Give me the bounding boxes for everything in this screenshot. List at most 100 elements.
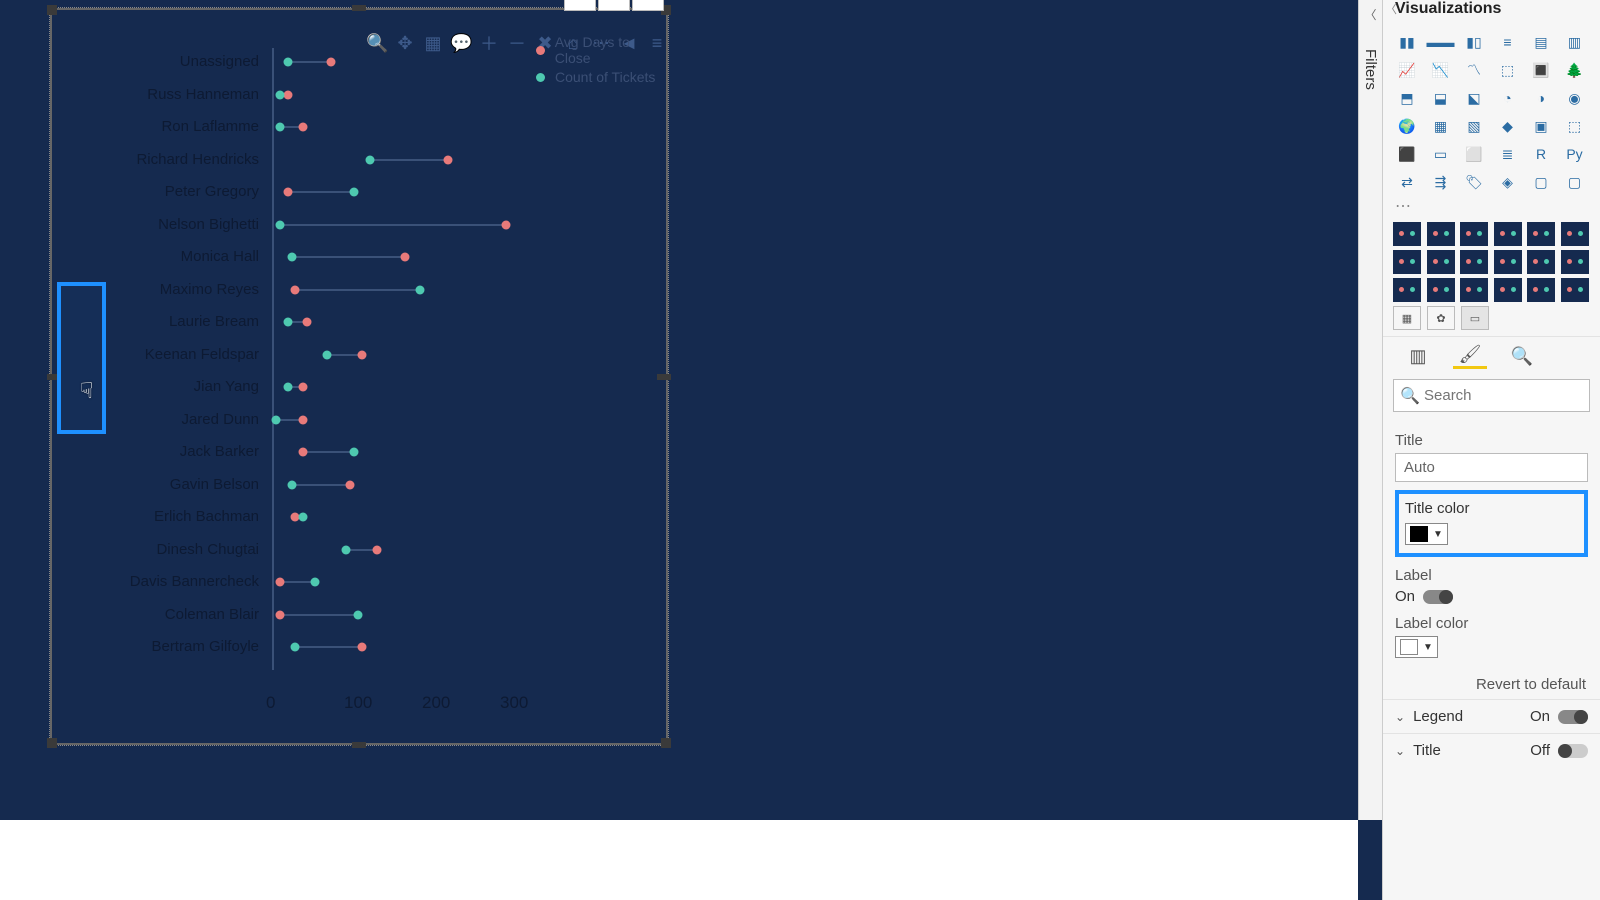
- label-toggle[interactable]: On: [1395, 588, 1588, 605]
- data-point[interactable]: [365, 155, 374, 164]
- viz-type-icon[interactable]: ▧: [1460, 114, 1488, 138]
- title-section-row[interactable]: ⌄Title Off: [1383, 733, 1600, 767]
- report-canvas[interactable]: 🔍 ✥ ▦ 💬 ＋ － ✖ ⌂ ⋯ ◄ ≡ Avg Days to Close …: [0, 0, 1358, 820]
- legend-section-row[interactable]: ⌄Legend On: [1383, 699, 1600, 733]
- viz-type-icon[interactable]: ▦: [1427, 114, 1455, 138]
- viz-type-icon[interactable]: 🌍: [1393, 114, 1421, 138]
- analytics-tab-icon[interactable]: 🔍: [1505, 343, 1539, 369]
- format-tab-icon[interactable]: 🖌: [1453, 343, 1487, 369]
- viz-type-icon[interactable]: ▤: [1527, 30, 1555, 54]
- data-point[interactable]: [275, 578, 284, 587]
- data-point[interactable]: [299, 123, 308, 132]
- data-point[interactable]: [271, 415, 280, 424]
- title-color-picker[interactable]: ▼: [1405, 523, 1448, 545]
- data-point[interactable]: [283, 90, 292, 99]
- revert-to-default-link[interactable]: Revert to default: [1383, 666, 1600, 699]
- data-point[interactable]: [349, 188, 358, 197]
- viz-type-icon[interactable]: ⇄: [1393, 170, 1421, 194]
- data-point[interactable]: [357, 350, 366, 359]
- viz-type-icon[interactable]: 〽: [1460, 58, 1488, 82]
- filters-pane-collapsed[interactable]: 〈 Filters: [1358, 0, 1382, 820]
- fields-tab-icon[interactable]: ▥: [1401, 343, 1435, 369]
- custom-visual-icon[interactable]: [1527, 250, 1555, 274]
- data-point[interactable]: [299, 383, 308, 392]
- viz-type-icon[interactable]: 🔳: [1527, 58, 1555, 82]
- custom-visual-icon[interactable]: [1460, 278, 1488, 302]
- title-input[interactable]: [1395, 453, 1588, 482]
- viz-type-icon[interactable]: ▮▯: [1460, 30, 1488, 54]
- custom-visual-extra[interactable]: ▦: [1393, 306, 1421, 330]
- data-point[interactable]: [502, 220, 511, 229]
- data-point[interactable]: [291, 643, 300, 652]
- custom-visual-icon[interactable]: [1393, 250, 1421, 274]
- data-point[interactable]: [283, 318, 292, 327]
- viz-type-icon[interactable]: ⬓: [1427, 86, 1455, 110]
- viz-type-icon[interactable]: ▣: [1527, 114, 1555, 138]
- data-point[interactable]: [357, 643, 366, 652]
- custom-visual-icon[interactable]: [1460, 250, 1488, 274]
- label-color-picker[interactable]: ▼: [1395, 636, 1438, 658]
- custom-visual-icon[interactable]: [1393, 222, 1421, 246]
- custom-visual-extra[interactable]: ▭: [1461, 306, 1489, 330]
- resize-handle[interactable]: [352, 5, 366, 11]
- viz-type-icon[interactable]: 🌲: [1561, 58, 1589, 82]
- custom-visual-icon[interactable]: [1561, 278, 1589, 302]
- custom-visual-icon[interactable]: [1527, 278, 1555, 302]
- viz-type-icon[interactable]: ▢: [1561, 170, 1589, 194]
- data-point[interactable]: [299, 513, 308, 522]
- custom-visual-icon[interactable]: [1393, 278, 1421, 302]
- viz-type-icon[interactable]: Py: [1561, 142, 1589, 166]
- chart-visual-frame[interactable]: 🔍 ✥ ▦ 💬 ＋ － ✖ ⌂ ⋯ ◄ ≡ Avg Days to Close …: [50, 8, 668, 745]
- data-point[interactable]: [349, 448, 358, 457]
- viz-type-icon[interactable]: ◈: [1494, 170, 1522, 194]
- custom-visual-icon[interactable]: [1527, 222, 1555, 246]
- expand-filters-icon[interactable]: 〈: [1359, 0, 1382, 23]
- custom-visual-icon[interactable]: [1494, 250, 1522, 274]
- data-point[interactable]: [373, 545, 382, 554]
- data-point[interactable]: [283, 383, 292, 392]
- custom-visual-icon[interactable]: [1494, 278, 1522, 302]
- data-point[interactable]: [287, 253, 296, 262]
- viz-type-icon[interactable]: ⬜: [1460, 142, 1488, 166]
- viz-type-icon[interactable]: ▮▮: [1393, 30, 1421, 54]
- custom-visual-icon[interactable]: [1494, 222, 1522, 246]
- custom-visual-icon[interactable]: [1427, 278, 1455, 302]
- viz-type-icon[interactable]: 📈: [1393, 58, 1421, 82]
- viz-type-icon[interactable]: ▢: [1527, 170, 1555, 194]
- collapse-pane-icon[interactable]: 〈: [1385, 0, 1397, 17]
- data-point[interactable]: [299, 448, 308, 457]
- viz-type-icon[interactable]: ⬛: [1393, 142, 1421, 166]
- viz-type-icon[interactable]: 📉: [1427, 58, 1455, 82]
- custom-visual-icon[interactable]: [1427, 222, 1455, 246]
- viz-type-icon[interactable]: ⬚: [1494, 58, 1522, 82]
- data-point[interactable]: [322, 350, 331, 359]
- data-point[interactable]: [342, 545, 351, 554]
- custom-visual-icon[interactable]: [1561, 250, 1589, 274]
- viz-type-icon[interactable]: ◆: [1494, 114, 1522, 138]
- viz-type-icon[interactable]: 🏷: [1460, 170, 1488, 194]
- resize-handle[interactable]: [47, 5, 57, 15]
- data-point[interactable]: [299, 415, 308, 424]
- data-point[interactable]: [283, 188, 292, 197]
- custom-visual-extra[interactable]: ✿: [1427, 306, 1455, 330]
- viz-type-icon[interactable]: R: [1527, 142, 1555, 166]
- data-point[interactable]: [275, 220, 284, 229]
- resize-handle[interactable]: [47, 738, 57, 748]
- visual-header-button[interactable]: [598, 0, 630, 11]
- viz-type-icon[interactable]: ▬▬: [1427, 30, 1455, 54]
- chart-plot-area[interactable]: UnassignedRuss HannemanRon LaflammeRicha…: [107, 48, 662, 718]
- data-point[interactable]: [275, 123, 284, 132]
- more-visuals-icon[interactable]: ⋯: [1383, 196, 1600, 216]
- visual-header-button[interactable]: [632, 0, 664, 11]
- custom-visual-icon[interactable]: [1427, 250, 1455, 274]
- viz-type-icon[interactable]: ⬒: [1393, 86, 1421, 110]
- visual-header-button[interactable]: [564, 0, 596, 11]
- viz-type-icon[interactable]: ◑: [1527, 86, 1555, 110]
- data-point[interactable]: [326, 58, 335, 67]
- viz-type-icon[interactable]: ≣: [1494, 142, 1522, 166]
- viz-type-icon[interactable]: ▥: [1561, 30, 1589, 54]
- data-point[interactable]: [303, 318, 312, 327]
- viz-type-icon[interactable]: ⇶: [1427, 170, 1455, 194]
- data-point[interactable]: [275, 90, 284, 99]
- data-point[interactable]: [310, 578, 319, 587]
